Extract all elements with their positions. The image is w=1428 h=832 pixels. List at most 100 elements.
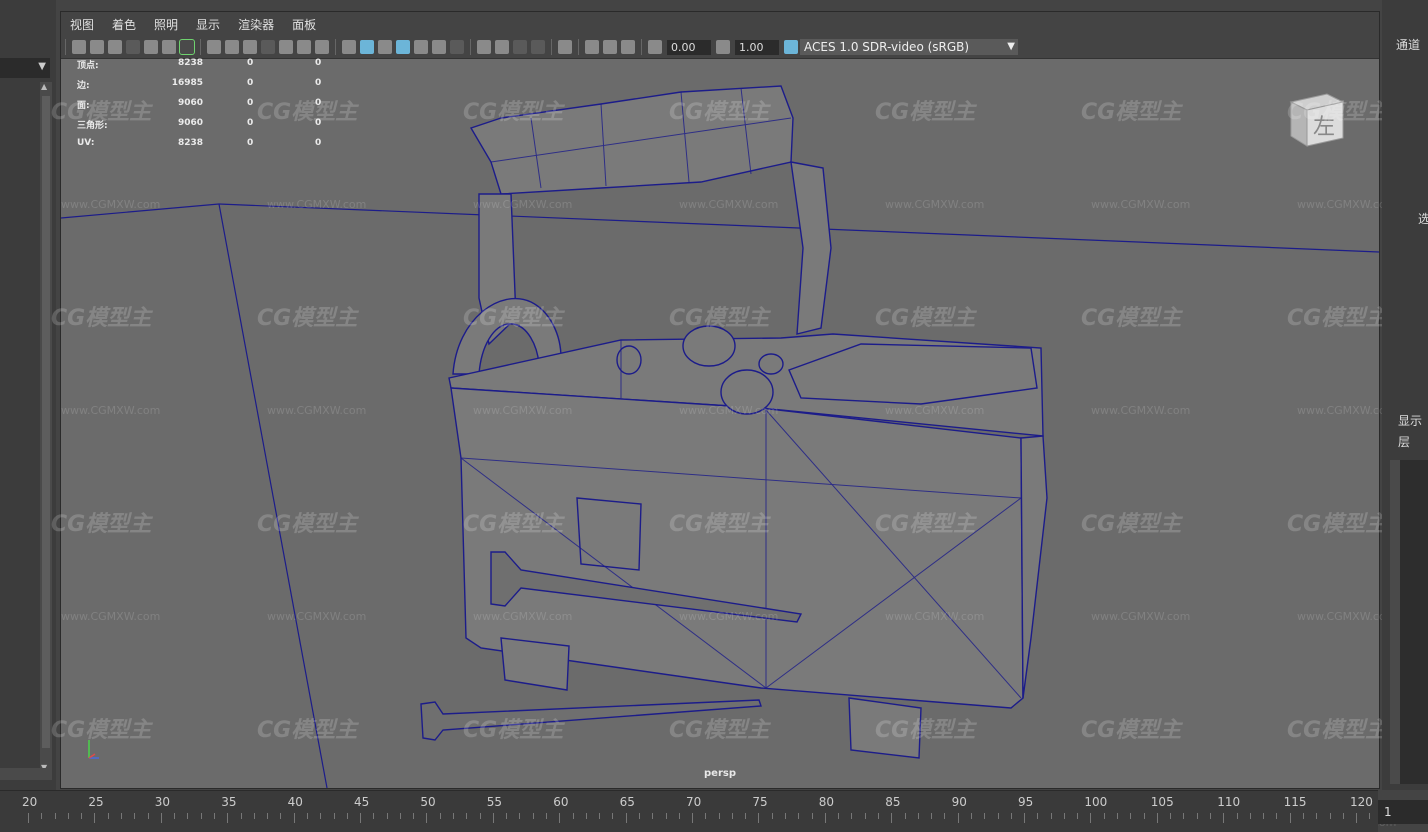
xray-icon[interactable] <box>585 40 599 54</box>
safe-title-icon[interactable] <box>315 40 329 54</box>
resolution-gate-icon[interactable] <box>243 40 257 54</box>
hud-value: 16985 <box>171 78 203 88</box>
timeline-tick-label: 60 <box>553 795 569 809</box>
timeline-tick <box>333 813 335 819</box>
timeline-tick-label: 100 <box>1084 795 1108 809</box>
timeline-tick-label: 20 <box>22 795 38 809</box>
timeline-tick <box>612 813 614 819</box>
left-scrollbar[interactable]: ▲ ▼ <box>40 82 52 772</box>
motion-blur-icon[interactable] <box>495 40 509 54</box>
left-panel: ▼ ▲ ▼ <box>0 0 56 790</box>
wireframe-icon[interactable] <box>342 40 356 54</box>
menu-show[interactable]: 显示 <box>187 16 229 33</box>
lights-icon[interactable] <box>432 40 446 54</box>
scroll-thumb[interactable] <box>42 96 50 748</box>
gate-mask-icon[interactable] <box>261 40 275 54</box>
wireframe-on-shaded-icon[interactable] <box>396 40 410 54</box>
menu-view[interactable]: 视图 <box>61 16 103 33</box>
separator <box>641 39 642 55</box>
timeline-tick <box>1223 813 1225 823</box>
safe-action-icon[interactable] <box>297 40 311 54</box>
film-gate-icon[interactable] <box>225 40 239 54</box>
scene-canvas[interactable] <box>61 58 1379 788</box>
timeline-tick <box>970 813 972 819</box>
antialias-icon[interactable] <box>513 40 527 54</box>
color-management-icon[interactable] <box>784 40 798 54</box>
timeline-tick <box>599 813 601 819</box>
menu-lighting[interactable]: 照明 <box>145 16 187 33</box>
timeline-tick <box>891 813 893 823</box>
watermark-logo: CG模型主 <box>1081 306 1182 331</box>
hud-value: 0 <box>315 58 322 68</box>
pencil-icon[interactable] <box>179 39 195 55</box>
timeline-tick <box>692 813 693 823</box>
bookmark-icon[interactable] <box>108 40 122 54</box>
textured-icon[interactable] <box>414 40 428 54</box>
timeline-tick <box>1263 813 1265 819</box>
camera-attributes-icon[interactable] <box>90 40 104 54</box>
exposure-field[interactable]: 0.00 <box>667 39 711 55</box>
timeline-tick <box>572 813 574 819</box>
shadows-icon[interactable] <box>450 40 464 54</box>
timeline-tick-label: 55 <box>486 795 503 809</box>
gamma-field[interactable]: 1.00 <box>735 39 779 55</box>
watermark-logo: CG模型主 <box>875 512 976 537</box>
watermark-logo: CG模型主 <box>669 718 770 743</box>
watermark-logo: CG模型主 <box>1081 100 1182 125</box>
timeline-tick <box>519 813 521 819</box>
grid-icon[interactable] <box>207 40 221 54</box>
hud-value: 0 <box>247 98 254 108</box>
separator <box>335 39 336 55</box>
channel-box-tab[interactable]: 通道 <box>1396 36 1420 53</box>
scroll-up-icon[interactable]: ▲ <box>41 82 47 91</box>
layer-scrollbar[interactable] <box>1390 460 1400 784</box>
xray-active-icon[interactable] <box>603 40 617 54</box>
hud-value: 0 <box>247 78 254 88</box>
timeline-tick <box>147 813 149 819</box>
field-chart-icon[interactable] <box>279 40 293 54</box>
gamma-icon[interactable] <box>716 40 730 54</box>
current-frame-field[interactable]: 1 <box>1378 800 1428 824</box>
menu-shading[interactable]: 着色 <box>103 16 145 33</box>
colorspace-dropdown[interactable]: ACES 1.0 SDR-video (sRGB) ▼ <box>800 39 1018 55</box>
menu-panels[interactable]: 面板 <box>283 16 325 33</box>
watermark-logo: CG模型主 <box>463 306 564 331</box>
time-slider[interactable]: 20 25 30 35 40 45 50 55 60 65 70 75 80 85 90 95 100 105 11… <box>0 790 1411 832</box>
select-camera-icon[interactable] <box>72 40 86 54</box>
depth-of-field-icon[interactable] <box>531 40 545 54</box>
timeline-tick <box>931 813 933 819</box>
watermark-logo: CG模型主 <box>669 512 770 537</box>
menu-renderer[interactable]: 渲染器 <box>229 16 283 33</box>
default-material-icon[interactable] <box>378 40 392 54</box>
watermark-url: www.CGMXW.com <box>473 198 573 211</box>
ambient-occlusion-icon[interactable] <box>477 40 491 54</box>
grease-pencil-icon[interactable] <box>162 40 176 54</box>
timeline-tick <box>214 813 215 819</box>
image-plane-icon[interactable] <box>126 40 140 54</box>
viewport-panel[interactable]: 视图 着色 照明 显示 渲染器 面板 0.00 1.00 ACES 1.0 SD… <box>51 11 1396 829</box>
watermark-logo: CG模型主 <box>1287 100 1388 125</box>
watermark-url: www.CGMXW.com <box>1091 610 1191 623</box>
xray-joints-icon[interactable] <box>621 40 635 54</box>
timeline-tick <box>1037 813 1039 819</box>
left-hscrollbar[interactable] <box>0 768 52 780</box>
watermark-url: www.CGMXW.com <box>61 610 161 623</box>
timeline-tick <box>731 813 733 819</box>
left-dropdown[interactable]: ▼ <box>0 58 50 78</box>
separator <box>578 39 579 55</box>
knob-large <box>682 325 736 367</box>
isolate-select-icon[interactable] <box>558 40 572 54</box>
2d-pan-zoom-icon[interactable] <box>144 40 158 54</box>
timeline-tick-label: 105 <box>1150 795 1174 809</box>
exposure-icon[interactable] <box>648 40 662 54</box>
timeline-tick <box>1063 813 1065 819</box>
display-tab[interactable]: 显示 <box>1398 412 1422 429</box>
timeline-tick-label: 50 <box>420 795 436 809</box>
smooth-shade-icon[interactable] <box>360 40 374 54</box>
timeline-tick-label: 65 <box>619 795 635 809</box>
timeline-tick <box>1024 813 1025 823</box>
timeline-tick <box>1143 813 1145 819</box>
hud-value: 8238 <box>177 138 203 148</box>
timeline-tick <box>917 813 919 819</box>
watermark-url: www.CGMXW.com <box>473 610 573 623</box>
